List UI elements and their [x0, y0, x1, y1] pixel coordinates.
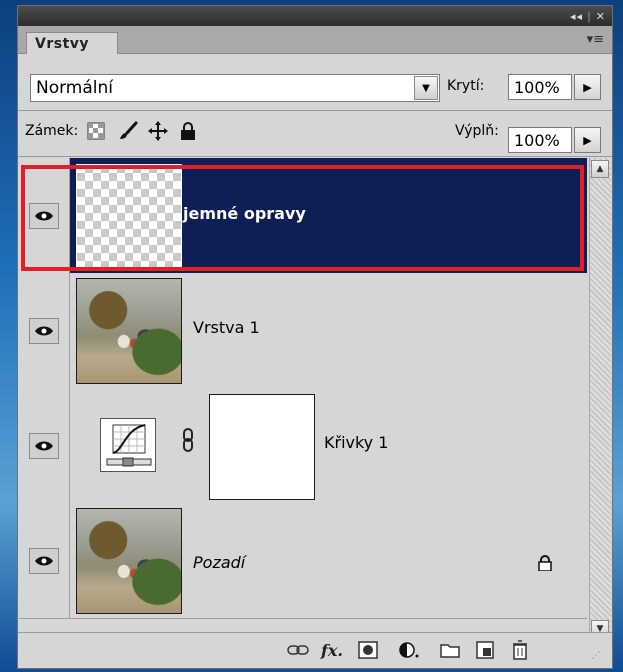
visibility-toggle[interactable]: [19, 503, 70, 618]
fill-slider-arrow-icon[interactable]: ▶: [574, 127, 601, 153]
divider: [18, 110, 612, 111]
divider: |: [587, 9, 592, 23]
titlebar-controls: ◂◂ | ✕: [570, 8, 606, 24]
layer-row-pozadi[interactable]: Pozadí: [19, 503, 587, 619]
trash-icon[interactable]: [507, 639, 533, 661]
layer-name[interactable]: Křivky 1: [324, 433, 388, 452]
scroll-up-icon[interactable]: ▲: [591, 160, 609, 178]
layer-mask-thumbnail[interactable]: [209, 394, 315, 500]
tab-layers[interactable]: Vrstvy: [26, 32, 118, 54]
new-layer-icon[interactable]: [472, 639, 498, 661]
layers-list: jemné opravy Vrstva 1 Křivky 1 Pozadí: [19, 158, 587, 619]
highlight-frame: [21, 165, 584, 271]
layer-thumbnail-photo: [76, 508, 182, 614]
opacity-label: Krytí:: [447, 78, 485, 94]
collapse-icon[interactable]: ◂◂: [570, 10, 583, 23]
lock-label: Zámek:: [25, 123, 79, 139]
panel-menu-icon[interactable]: ▾≡: [587, 32, 604, 47]
opacity-input[interactable]: 100%: [508, 74, 572, 100]
layer-name[interactable]: Vrstva 1: [193, 318, 260, 337]
layer-thumbnail-photo: [76, 278, 182, 384]
adjustment-layer-icon[interactable]: [396, 639, 422, 661]
chevron-down-icon[interactable]: ▼: [414, 76, 438, 100]
lock-transparency-icon[interactable]: [85, 120, 107, 142]
tab-strip: Vrstvy ▾≡: [18, 26, 612, 54]
group-folder-icon[interactable]: [437, 639, 463, 661]
layer-name[interactable]: Pozadí: [193, 553, 245, 572]
lock-all-icon[interactable]: [177, 120, 199, 142]
lock-position-icon[interactable]: [147, 120, 169, 142]
eye-icon[interactable]: [29, 547, 59, 574]
add-mask-icon[interactable]: [355, 639, 381, 661]
chain-link-icon[interactable]: [182, 428, 194, 456]
fx-icon[interactable]: fx.: [319, 639, 345, 661]
divider: [18, 156, 612, 157]
lock-icon: [538, 555, 552, 575]
link-layers-icon[interactable]: [285, 639, 311, 661]
close-icon[interactable]: ✕: [596, 10, 606, 23]
layers-scrollbar[interactable]: ▲ ▼: [589, 158, 611, 642]
visibility-toggle[interactable]: [19, 388, 70, 503]
layers-panel: ◂◂ | ✕ Vrstvy ▾≡ Normální ▼ Krytí: 100% …: [17, 5, 613, 669]
lock-brush-icon[interactable]: [117, 120, 139, 142]
opacity-slider-arrow-icon[interactable]: ▶: [574, 74, 601, 100]
blend-mode-value: Normální: [36, 78, 114, 98]
eye-icon[interactable]: [29, 317, 59, 344]
resize-grip-icon[interactable]: ⋰: [583, 645, 609, 667]
fill-input[interactable]: 100%: [508, 127, 572, 153]
panel-footer: fx. ⋰: [18, 632, 612, 668]
visibility-toggle[interactable]: [19, 273, 70, 388]
layer-row-vrstva-1[interactable]: Vrstva 1: [19, 273, 587, 389]
curves-adjustment-icon[interactable]: [100, 418, 156, 472]
panel-titlebar: ◂◂ | ✕: [18, 6, 612, 26]
fill-label: Výplň:: [455, 123, 499, 139]
eye-icon[interactable]: [29, 432, 59, 459]
blend-mode-select[interactable]: Normální ▼: [30, 74, 440, 102]
layer-row-krivky-1[interactable]: Křivky 1: [19, 388, 587, 504]
